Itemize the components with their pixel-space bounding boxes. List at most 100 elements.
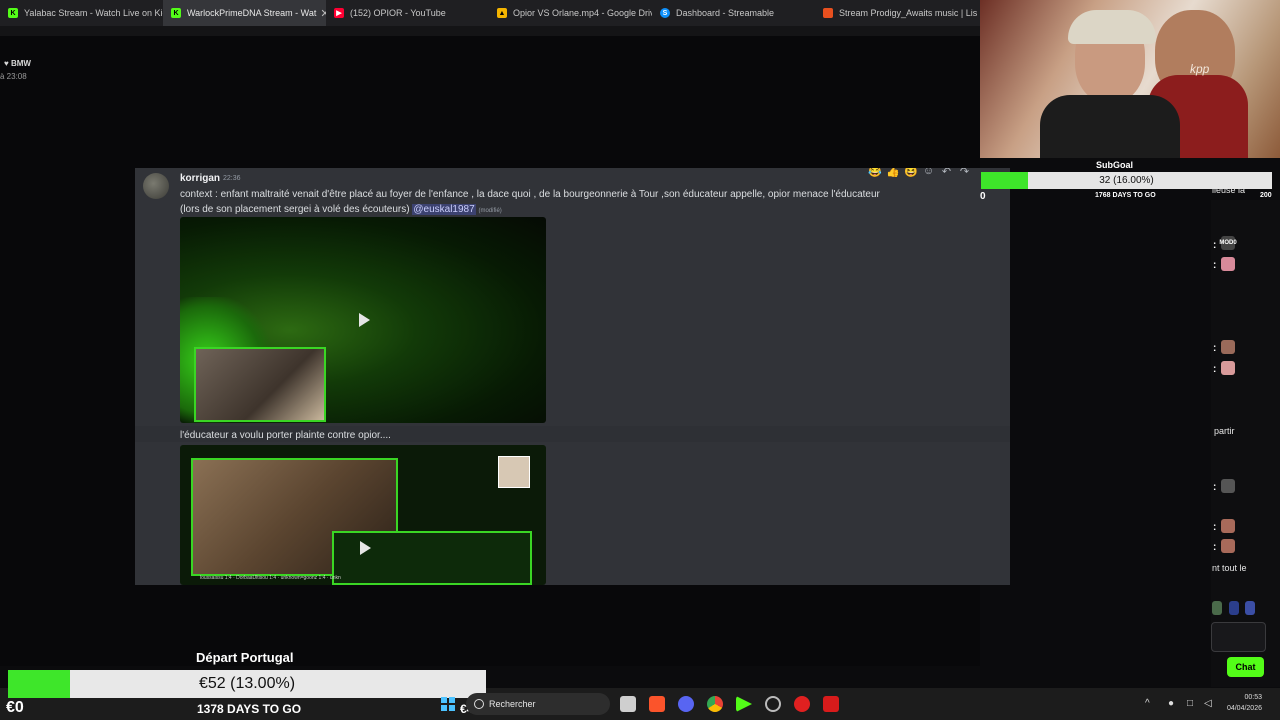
message-body: context : enfant maltraité venait d'être…: [180, 189, 880, 215]
chat-colon: :: [1213, 482, 1217, 493]
play-icon[interactable]: [359, 313, 370, 327]
volume-icon[interactable]: ◁: [1204, 698, 1212, 709]
search-icon: [474, 699, 484, 709]
youtube-icon: ▶: [334, 8, 344, 18]
video-caption-strip: loussaissu 1:4 · DorbaaUltisou 1:4 · unk…: [200, 575, 341, 581]
network-icon[interactable]: □: [1187, 698, 1193, 709]
browser-tab-warlock[interactable]: K WarlockPrimeDNA Stream - Wat ✕: [163, 0, 326, 26]
chat-colon: :: [1213, 240, 1217, 251]
reaction-laugh-icon[interactable]: 😂: [868, 168, 882, 178]
discord-icon[interactable]: [678, 696, 694, 712]
browser-tab-stream[interactable]: Stream Prodigy_Awaits music | Lis: [815, 0, 980, 26]
chat-emote-icon[interactable]: [1245, 601, 1255, 615]
browser-tab-youtube[interactable]: ▶ (152) OPIOR - YouTube: [326, 0, 489, 26]
subgoal-end: 200: [1260, 192, 1272, 199]
message-followup: l'éducateur a voulu porter plainte contr…: [180, 430, 391, 441]
tab-title: WarlockPrimeDNA Stream - Wat: [187, 8, 317, 18]
windows-start-icon[interactable]: [441, 697, 455, 711]
tab-title: Dashboard - Streamable: [676, 8, 775, 18]
tab-title: Yalabac Stream - Watch Live on Kick: [24, 8, 163, 18]
message-actions: 😂 👍 😆 ☺ ↶ ↷: [868, 168, 971, 178]
video-thumbnail-webcam: [194, 347, 326, 422]
video-thumbnail-panel: [332, 531, 532, 585]
chevron-up-icon[interactable]: ^: [1145, 698, 1150, 709]
user-avatar-badge: [1221, 340, 1235, 354]
webcam-overlay: kpp: [980, 0, 1280, 158]
message-text: context : enfant maltraité venait d'être…: [180, 187, 900, 219]
subgoal-days: 1768 DAYS TO GO: [1095, 192, 1156, 199]
chat-message-fragment: partir: [1214, 426, 1235, 436]
media-player-icon[interactable]: [794, 696, 810, 712]
avatar[interactable]: [143, 173, 169, 199]
taskbar-search-placeholder: Rechercher: [489, 699, 536, 709]
acrobat-icon[interactable]: [823, 696, 839, 712]
forward-icon[interactable]: ↷: [958, 168, 971, 178]
reply-icon[interactable]: ↶: [940, 168, 953, 178]
depart-goal-progress-label: €52 (13.00%): [198, 675, 296, 692]
depart-goal-start: €0: [6, 699, 24, 716]
server-time: à 23:08: [0, 72, 27, 81]
drive-icon: ▲: [497, 8, 507, 18]
video-thumbnail-logo: [498, 456, 530, 488]
browser-tab-strip: K Yalabac Stream - Watch Live on Kick K …: [0, 0, 980, 26]
chat-colon: :: [1213, 364, 1217, 375]
stream-icon: [823, 8, 833, 18]
add-reaction-icon[interactable]: ☺: [922, 168, 935, 178]
user-avatar-badge: [1221, 257, 1235, 271]
subgoal-start: 0: [980, 191, 986, 202]
user-avatar-badge: [1221, 479, 1235, 493]
chat-colon: :: [1213, 522, 1217, 533]
tab-title: (152) OPIOR - YouTube: [350, 8, 446, 18]
reaction-grin-icon[interactable]: 😆: [904, 168, 918, 178]
streamable-icon: S: [660, 8, 670, 18]
reaction-thumbsup-icon[interactable]: 👍: [886, 168, 900, 178]
chat-message-fragment: nt tout le: [1212, 563, 1247, 573]
browser-tab-yalabac[interactable]: K Yalabac Stream - Watch Live on Kick: [0, 0, 163, 26]
user-mention[interactable]: @euskal1987: [412, 204, 476, 215]
taskbar-search[interactable]: [466, 693, 610, 715]
user-avatar-badge: [1221, 361, 1235, 375]
tab-title: Stream Prodigy_Awaits music | Lis: [839, 8, 978, 18]
video-embed-2[interactable]: loussaissu 1:4 · DorbaaUltisou 1:4 · unk…: [180, 445, 546, 585]
chat-send-button[interactable]: Chat: [1227, 657, 1264, 677]
close-tab-icon[interactable]: ✕: [316, 7, 326, 20]
browser-tab-drive[interactable]: ▲ Opior VS Orlane.mp4 - Google Drive: [489, 0, 652, 26]
subgoal-progress-bar: 32 (16.00%): [981, 172, 1272, 189]
depart-goal-days: 1378 DAYS TO GO: [197, 702, 302, 716]
user-avatar-badge: [1221, 539, 1235, 553]
moderator-badge: MOD0: [1219, 236, 1237, 250]
kick-icon: K: [171, 8, 181, 18]
chat-colon: :: [1213, 260, 1217, 271]
message-author[interactable]: korrigan: [180, 173, 220, 184]
chat-colon: :: [1213, 343, 1217, 354]
brave-icon[interactable]: [649, 696, 665, 712]
depart-goal-progress-bar: €52 (13.00%): [8, 670, 486, 698]
file-explorer-icon[interactable]: [620, 696, 636, 712]
webcam-person-1-shirt: [1040, 95, 1180, 158]
server-tag: ♥ BMW: [4, 59, 31, 68]
taskbar-time[interactable]: 00:53: [1222, 694, 1262, 701]
shirt-logo: kpp: [1190, 62, 1210, 76]
play-icon[interactable]: [360, 541, 371, 555]
edited-label: (modifié): [478, 208, 502, 214]
user-avatar-badge: [1221, 519, 1235, 533]
server-tag-label: BMW: [10, 59, 31, 68]
obs-icon[interactable]: [765, 696, 781, 712]
chat-emote-icon[interactable]: [1212, 601, 1222, 615]
subgoal-progress-label: 32 (16.00%): [1099, 175, 1154, 186]
chrome-icon[interactable]: [707, 696, 723, 712]
microphone-icon[interactable]: ●: [1168, 698, 1174, 709]
message-timestamp: 22:36: [223, 175, 241, 182]
message-panel: 😂 👍 😆 ☺ ↶ ↷ korrigan 22:36 context : enf…: [135, 168, 1010, 585]
kick-icon: K: [8, 8, 18, 18]
depart-goal-title: Départ Portugal: [196, 650, 294, 665]
address-bar-area: [0, 26, 980, 36]
browser-tab-streamable[interactable]: S Dashboard - Streamable: [652, 0, 815, 26]
chat-input[interactable]: [1211, 622, 1266, 652]
subgoal-title: SubGoal: [1096, 160, 1134, 170]
chat-colon: :: [1213, 542, 1217, 553]
chat-emote-icon[interactable]: [1229, 601, 1239, 615]
video-embed-1[interactable]: [180, 217, 546, 423]
taskbar-date[interactable]: 04/04/2026: [1222, 705, 1262, 712]
tab-title: Opior VS Orlane.mp4 - Google Drive: [513, 8, 652, 18]
